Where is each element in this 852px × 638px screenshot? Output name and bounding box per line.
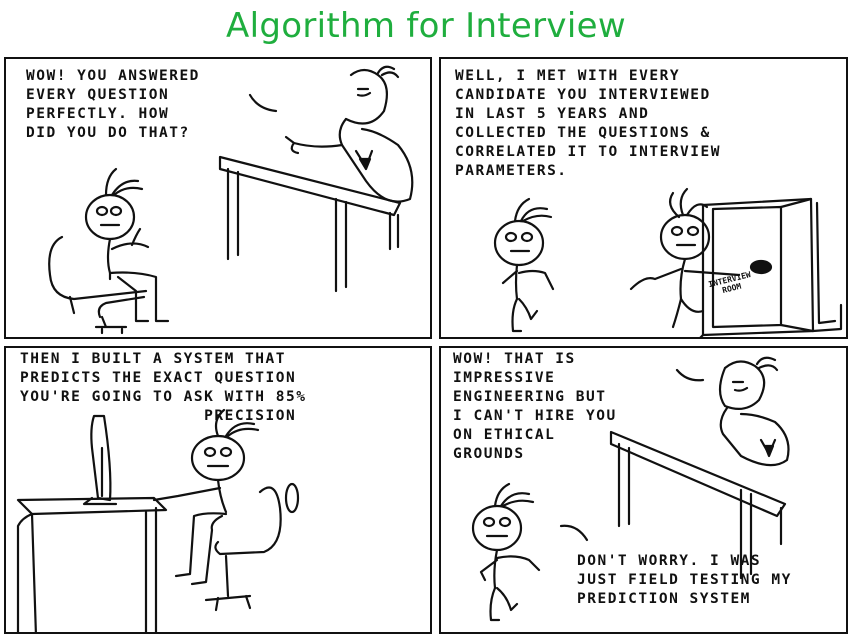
comic-panel-3: THEN I BUILT A SYSTEM THAT PREDICTS THE …	[4, 346, 432, 634]
comic-panel-1: WOW! YOU ANSWERED EVERY QUESTION PERFECT…	[4, 57, 432, 339]
comic-title: Algorithm for Interview	[226, 6, 626, 46]
panel-1-drawing	[48, 65, 414, 335]
panel-4-drawing	[471, 356, 790, 622]
comic-panel-4: WOW! THAT IS IMPRESSIVE ENGINEERING BUT …	[439, 346, 848, 634]
panel-2-drawing	[493, 187, 843, 337]
comic-panel-2: WELL, I MET WITH EVERY CANDIDATE YOU INT…	[439, 57, 848, 339]
panel-3-drawing	[16, 408, 300, 632]
